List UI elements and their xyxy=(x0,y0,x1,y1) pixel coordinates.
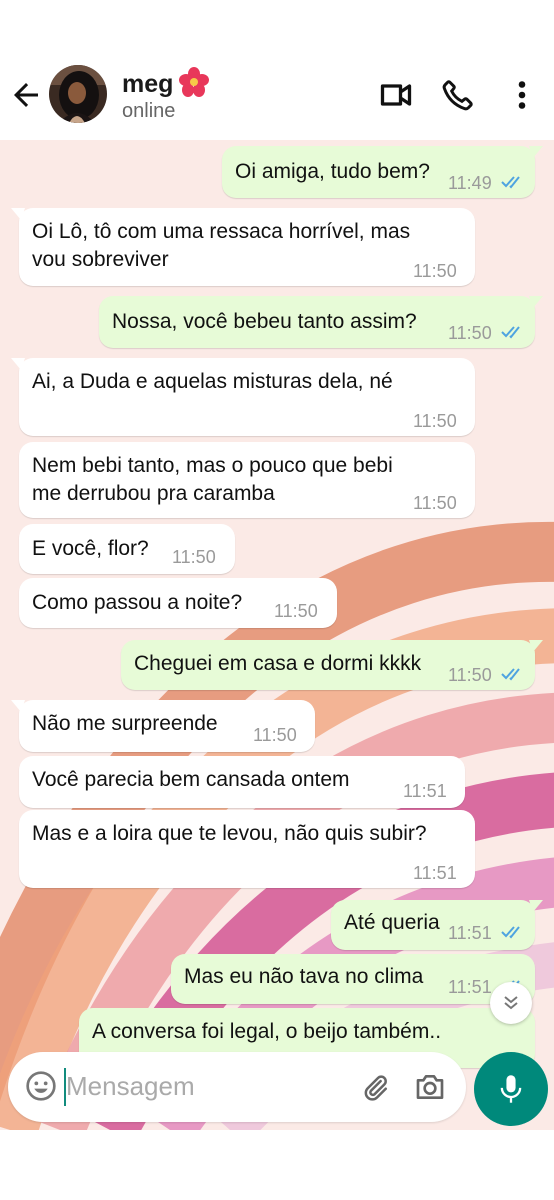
message-text: Até queria xyxy=(344,911,440,934)
message-text-line: Mas e a loira que te levou, não quis sub… xyxy=(32,822,427,845)
message-text: A conversa foi legal, o beijo também.. xyxy=(92,1020,442,1043)
message-bubble-outgoing[interactable]: Oi amiga, tudo bem? 11:49 xyxy=(222,146,543,198)
more-options-icon[interactable] xyxy=(504,77,540,113)
message-text: Nossa, você bebeu tanto assim? xyxy=(112,310,417,333)
avatar[interactable] xyxy=(49,65,107,123)
voice-message-button[interactable] xyxy=(474,1052,548,1126)
message-time: 11:51 xyxy=(448,923,492,943)
message-time: 11:49 xyxy=(448,173,492,193)
message-time: 11:50 xyxy=(172,547,216,567)
back-arrow-icon[interactable] xyxy=(8,77,44,113)
read-ticks-icon xyxy=(501,176,520,189)
message-bubble-incoming[interactable]: Ai, a Duda e aquelas misturas dela, né 1… xyxy=(11,358,475,436)
message-bubble-incoming[interactable]: E você, flor? 11:50 xyxy=(19,524,235,574)
message-text-line: Oi Lô, tô com uma ressaca horrível, mas xyxy=(32,220,411,243)
message-text-line: Nem bebi tanto, mas o pouco que bebi xyxy=(32,454,393,477)
message-bubble-incoming[interactable]: Mas e a loira que te levou, não quis sub… xyxy=(19,810,475,888)
message-bubble-incoming[interactable]: Como passou a noite? 11:50 xyxy=(19,578,337,628)
message-bubble-incoming[interactable]: Oi Lô, tô com uma ressaca horrível, mas … xyxy=(11,208,475,286)
message-bubble-outgoing[interactable]: Até queria 11:51 xyxy=(331,900,543,950)
paperclip-icon[interactable] xyxy=(360,1071,390,1105)
message-text-line: Ai, a Duda e aquelas misturas dela, né xyxy=(32,370,393,393)
read-ticks-icon xyxy=(501,926,520,939)
message-time: 11:51 xyxy=(413,863,457,883)
message-bubble-incoming[interactable]: Você parecia bem cansada ontem 11:51 xyxy=(19,756,465,808)
message-input[interactable] xyxy=(66,1066,336,1106)
message-bubble-incoming[interactable]: Não me surpreende 11:50 xyxy=(11,700,315,752)
message-text-line: me derrubou pra caramba xyxy=(32,482,275,505)
hibiscus-emoji xyxy=(179,67,210,97)
read-ticks-icon xyxy=(501,668,520,681)
microphone-icon xyxy=(500,1075,522,1103)
phone-icon[interactable] xyxy=(440,77,476,113)
message-bubble-outgoing[interactable]: Mas eu não tava no clima 11:51 xyxy=(171,954,535,1004)
message-time: 11:50 xyxy=(274,601,318,621)
message-text: Oi amiga, tudo bem? xyxy=(235,160,430,183)
video-call-icon[interactable] xyxy=(378,77,414,113)
message-text: Mas eu não tava no clima xyxy=(184,965,424,988)
message-bubble-incoming[interactable]: Nem bebi tanto, mas o pouco que bebi me … xyxy=(19,442,475,518)
message-time: 11:51 xyxy=(448,977,492,997)
message-time: 11:50 xyxy=(253,725,297,745)
message-time: 11:50 xyxy=(448,323,492,343)
message-text: Você parecia bem cansada ontem xyxy=(32,768,350,791)
message-time: 11:50 xyxy=(413,261,457,281)
message-bubble-outgoing[interactable]: Cheguei em casa e dormi kkkk 11:50 xyxy=(121,640,543,690)
message-bubble-outgoing[interactable]: Nossa, você bebeu tanto assim? 11:50 xyxy=(99,296,543,348)
message-text: Cheguei em casa e dormi kkkk xyxy=(134,652,422,675)
message-time: 11:50 xyxy=(448,665,492,685)
message-text: Não me surpreende xyxy=(32,712,218,735)
message-time: 11:50 xyxy=(413,493,457,513)
chat-area[interactable]: Oi amiga, tudo bem? 11:49 Oi Lô, tô com … xyxy=(0,140,554,1130)
message-text: Como passou a noite? xyxy=(32,591,243,614)
message-text: E você, flor? xyxy=(32,537,149,560)
camera-icon[interactable] xyxy=(413,1071,447,1103)
contact-name[interactable]: meg xyxy=(122,67,210,99)
contact-status: online xyxy=(122,100,176,122)
emoji-icon[interactable] xyxy=(25,1070,57,1102)
message-time: 11:50 xyxy=(413,411,457,431)
scroll-to-bottom-button[interactable] xyxy=(490,982,532,1024)
message-text-line: vou sobreviver xyxy=(32,248,169,271)
message-composer xyxy=(8,1052,466,1122)
message-time: 11:51 xyxy=(403,781,447,801)
chat-header: meg online xyxy=(0,55,554,140)
double-chevron-down-icon xyxy=(504,996,518,1010)
read-ticks-icon xyxy=(501,326,520,339)
